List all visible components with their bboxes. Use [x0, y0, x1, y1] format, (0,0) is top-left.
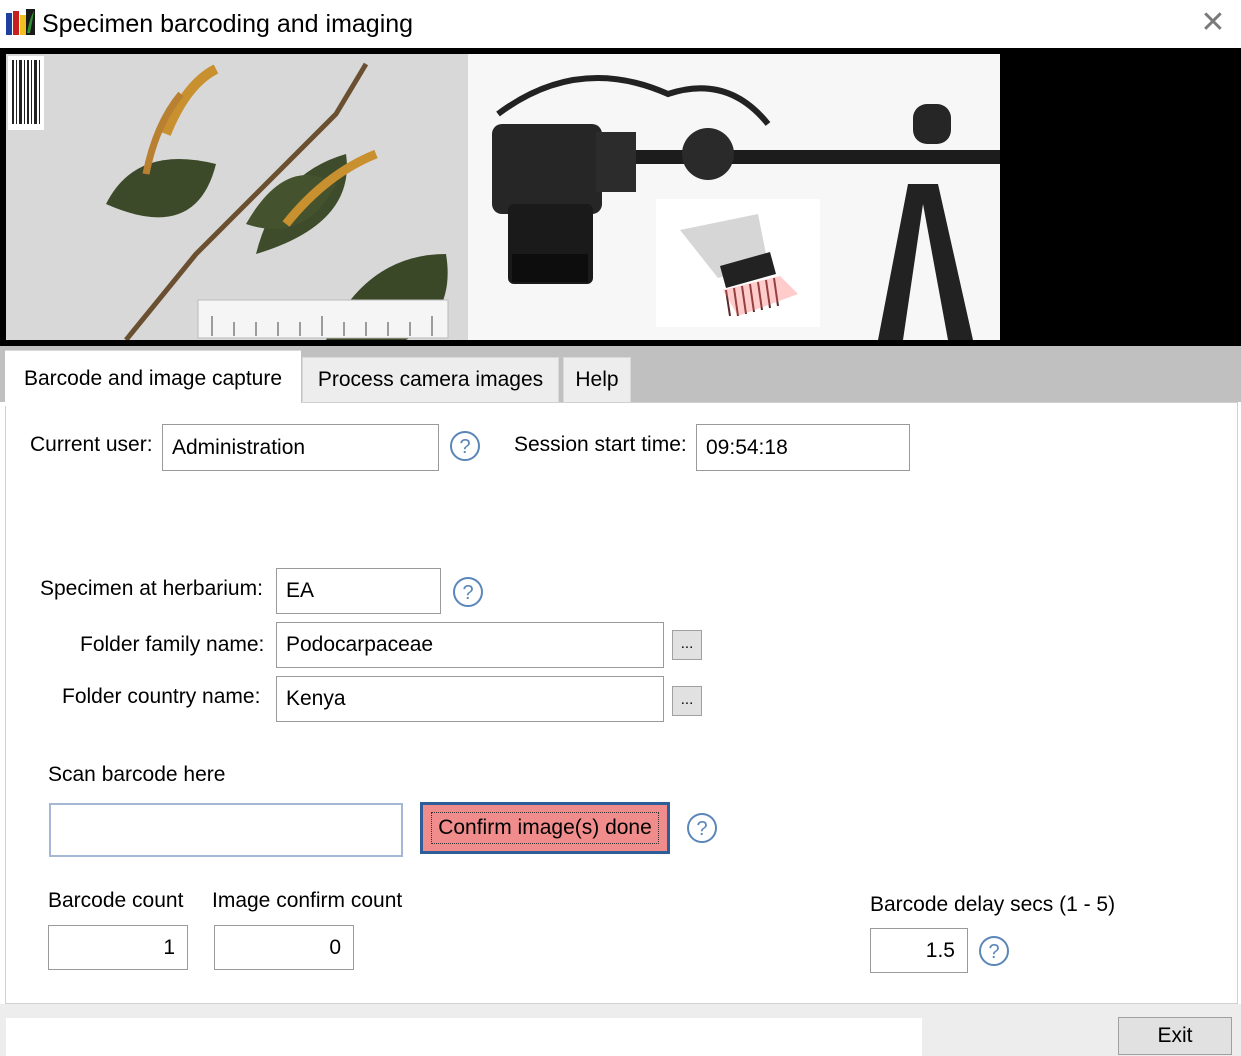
tab-process-camera-images[interactable]: Process camera images	[302, 357, 559, 402]
help-icon[interactable]: ?	[686, 812, 718, 844]
current-user-field[interactable]: Administration	[162, 424, 439, 471]
barcode-delay-label: Barcode delay secs (1 - 5)	[870, 893, 1116, 916]
barcode-count-field[interactable]: 1	[48, 925, 188, 970]
barcode-count-label: Barcode count	[48, 889, 184, 912]
status-text	[6, 1018, 922, 1056]
herbarium-specimen-image	[6, 54, 468, 340]
browse-family-button[interactable]: ...	[672, 630, 702, 660]
folder-country-label: Folder country name:	[62, 685, 261, 708]
folder-family-field[interactable]: Podocarpaceae	[276, 622, 664, 668]
exit-label: Exit	[1157, 1024, 1193, 1047]
image-confirm-count-label: Image confirm count	[212, 889, 403, 912]
svg-text:?: ?	[988, 941, 999, 963]
browse-country-button[interactable]: ...	[672, 686, 702, 716]
help-icon[interactable]: ?	[449, 430, 481, 462]
folder-country-field[interactable]: Kenya	[276, 676, 664, 722]
svg-text:?: ?	[696, 818, 707, 840]
window-title: Specimen barcoding and imaging	[42, 10, 414, 38]
app-icon	[6, 9, 35, 35]
current-user-label: Current user:	[30, 433, 153, 456]
barcode-delay-field[interactable]: 1.5	[870, 928, 968, 973]
camera-and-scanner-image	[468, 54, 1000, 340]
exit-button[interactable]: Exit	[1118, 1017, 1232, 1055]
scan-barcode-input[interactable]	[49, 803, 403, 857]
svg-text:?: ?	[462, 582, 473, 604]
confirm-images-button[interactable]: Confirm image(s) done	[420, 802, 670, 854]
tab-help[interactable]: Help	[563, 357, 631, 402]
svg-text:?: ?	[459, 436, 470, 458]
herbarium-label: Specimen at herbarium:	[40, 577, 263, 600]
close-icon[interactable]: ✕	[1196, 8, 1230, 38]
help-icon[interactable]: ?	[452, 576, 484, 608]
folder-family-label: Folder family name:	[80, 633, 265, 656]
scan-barcode-label: Scan barcode here	[48, 763, 226, 786]
image-confirm-count-field[interactable]: 0	[214, 925, 354, 970]
tab-barcode-and-image-capture[interactable]: Barcode and image capture	[5, 350, 301, 406]
session-start-label: Session start time:	[514, 433, 687, 456]
help-icon[interactable]: ?	[978, 935, 1010, 967]
herbarium-field[interactable]: EA	[276, 568, 441, 614]
session-start-field[interactable]: 09:54:18	[696, 424, 910, 471]
confirm-images-label: Confirm image(s) done	[431, 812, 659, 844]
